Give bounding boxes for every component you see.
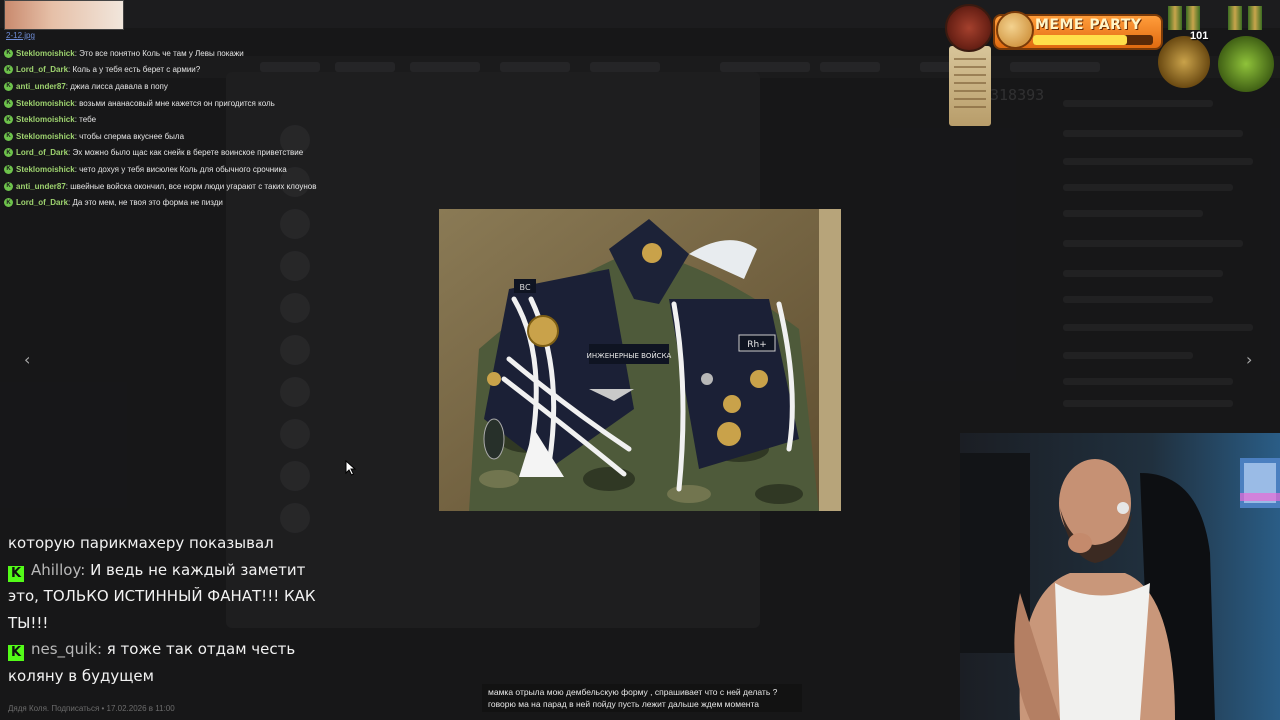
caption-line: говорю ма на парад в ней пойду пусть леж… <box>488 699 760 709</box>
kick-icon: K <box>4 198 13 208</box>
webcam-feed <box>960 433 1280 720</box>
scroll-badge <box>949 46 991 126</box>
chat-username: Steklomoishick <box>16 115 75 125</box>
medal-icon <box>1228 6 1242 30</box>
thumbnail-image[interactable] <box>4 0 124 30</box>
chevron-left-icon[interactable]: ‹ <box>24 350 30 369</box>
guild-emblem-icon <box>1158 36 1210 88</box>
photo-shoulder-text: ВС <box>519 283 530 292</box>
chat-message-text: тебе <box>79 115 97 125</box>
chat-message: K Steklomoishick: тебе <box>4 111 334 128</box>
chat-username: Steklomoishick <box>16 48 75 58</box>
seal-icon <box>945 4 993 52</box>
chat-message: Kanti_under87: джиа лисса давала в попу <box>4 78 334 95</box>
chat-username: Steklomoishick <box>16 164 75 174</box>
chat-message: Knes_quik: я тоже так отдам честь коляну… <box>8 640 296 685</box>
chat-username: Lord_of_Dark <box>16 198 69 208</box>
photo-badge-text: Rh+ <box>747 340 767 350</box>
chat-username: Steklomoishick <box>16 131 75 141</box>
chat-message: Kanti_under87: швейные войска окончил, в… <box>4 178 334 195</box>
chat-username: Lord_of_Dark <box>16 65 69 75</box>
photo-patch-text: ИНЖЕНЕРНЫЕ ВОЙСКА <box>587 351 672 360</box>
kick-icon: K <box>4 164 13 174</box>
chat-username: Steklomoishick <box>16 98 75 108</box>
kick-icon: K <box>4 181 13 191</box>
kick-icon: K <box>4 115 13 125</box>
chat-username: Lord_of_Dark <box>16 148 69 158</box>
chat-carryover-text: которую парикмахеру показывал <box>8 534 274 552</box>
chat-message-text: возьми ананасовый мне кажется он пригоди… <box>79 98 275 108</box>
kick-icon: K <box>4 81 13 91</box>
chat-message-text: Эх можно было щас как снейк в берете вои… <box>72 148 304 158</box>
chat-message: K Lord_of_Dark: Эх можно было щас как сне… <box>4 145 334 162</box>
kick-icon: K <box>4 48 13 58</box>
chat-message-text: Да это мем, не твоя это форма не пизди <box>72 198 223 208</box>
medal-icon <box>1248 6 1262 30</box>
mouse-cursor-icon <box>345 460 357 476</box>
lightbox-photo: ИНЖЕНЕРНЫЕ ВОЙСКА Rh+ ВС <box>439 209 841 511</box>
thumbnail-filename[interactable]: 2-12.jpg <box>6 31 35 40</box>
level-counter: 101 <box>1190 30 1209 42</box>
chat-message-text: чтобы сперма вкуснее была <box>79 131 185 141</box>
chat-message-text: Коль а у тебя есть берет с армии? <box>72 65 201 75</box>
meme-party-progress <box>1033 35 1153 45</box>
chat-username: anti_under87 <box>16 181 66 191</box>
chat-username: nes_quik <box>31 640 97 658</box>
photo-caption: мамка отрыла мою дембельскую форму , спр… <box>482 684 802 712</box>
kick-icon: K <box>4 65 13 75</box>
caption-line: мамка отрыла мою дембельскую форму , спр… <box>488 687 778 697</box>
chat-username: anti_under87 <box>16 81 66 91</box>
chat-message: K Steklomoishick: возьми ананасовый мне к… <box>4 95 334 112</box>
medal-icon <box>1168 6 1182 30</box>
chat-username: Ahilloy <box>31 560 81 579</box>
chat-overlay-large: которую парикмахеру показывал K Ahilloy: … <box>8 530 328 689</box>
doge-icon <box>996 11 1034 49</box>
chat-message-text: швейные войска окончил, все норм люди уг… <box>70 181 317 191</box>
chat-message: K Lord_of_Dark: Коль а у тебя есть берет … <box>4 62 334 79</box>
chat-message: K Lord_of_Dark: Да это мем, не твоя это ф… <box>4 194 334 211</box>
chat-message-text: чето дохуя у тебя висюлек Коль для обычн… <box>79 164 287 174</box>
kick-icon: K <box>8 645 24 661</box>
skull-emblem-icon <box>1218 36 1274 92</box>
chat-message-text: джиа лисса давала в попу <box>70 81 168 91</box>
kick-icon: K <box>4 98 13 108</box>
chat-message-text: Это все понятно Коль че там у Левы покаж… <box>79 48 244 58</box>
medal-icon <box>1186 6 1200 30</box>
chat-message: K Steklomoishick: чтобы сперма вкуснее бы… <box>4 128 334 145</box>
chat-message: K Ahilloy: И ведь не каждый заметит это, … <box>8 560 316 632</box>
chat-overlay-small: K Steklomoishick: Это все понятно Коль че… <box>4 45 334 211</box>
chat-message: K Steklomoishick: Это все понятно Коль че… <box>4 45 334 62</box>
kick-icon: K <box>4 148 13 158</box>
kick-icon: K <box>4 131 13 141</box>
meme-party-label: MEME PARTY <box>1035 17 1142 33</box>
chevron-right-icon[interactable]: › <box>1246 350 1252 369</box>
kick-icon: K <box>8 565 24 582</box>
background-post-footer: Дядя Коля. Подписаться • 17.02.2026 в 11… <box>8 704 175 713</box>
chat-message: K Steklomoishick: чето дохуя у тебя висюл… <box>4 161 334 178</box>
